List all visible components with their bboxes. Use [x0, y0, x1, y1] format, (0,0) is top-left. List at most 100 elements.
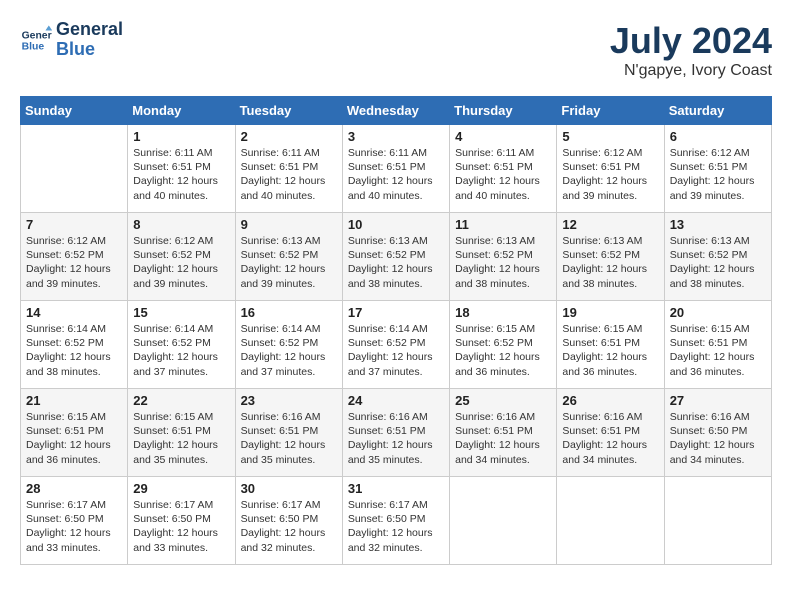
day-info: Sunrise: 6:15 AM Sunset: 6:51 PM Dayligh…: [133, 410, 229, 467]
day-number: 12: [562, 217, 658, 232]
day-number: 7: [26, 217, 122, 232]
day-info: Sunrise: 6:16 AM Sunset: 6:50 PM Dayligh…: [670, 410, 766, 467]
calendar-cell: 22 Sunrise: 6:15 AM Sunset: 6:51 PM Dayli…: [128, 389, 235, 477]
calendar-cell: 14 Sunrise: 6:14 AM Sunset: 6:52 PM Dayli…: [21, 301, 128, 389]
calendar-cell: [557, 477, 664, 565]
calendar-cell: 5 Sunrise: 6:12 AM Sunset: 6:51 PM Daylig…: [557, 125, 664, 213]
day-info: Sunrise: 6:11 AM Sunset: 6:51 PM Dayligh…: [133, 146, 229, 203]
day-info: Sunrise: 6:12 AM Sunset: 6:52 PM Dayligh…: [133, 234, 229, 291]
calendar-cell: [664, 477, 771, 565]
day-info: Sunrise: 6:17 AM Sunset: 6:50 PM Dayligh…: [348, 498, 444, 555]
day-number: 29: [133, 481, 229, 496]
page-header: General Blue General Blue July 2024 N'ga…: [20, 20, 772, 80]
day-info: Sunrise: 6:13 AM Sunset: 6:52 PM Dayligh…: [562, 234, 658, 291]
day-info: Sunrise: 6:13 AM Sunset: 6:52 PM Dayligh…: [670, 234, 766, 291]
day-info: Sunrise: 6:14 AM Sunset: 6:52 PM Dayligh…: [241, 322, 337, 379]
calendar-cell: 9 Sunrise: 6:13 AM Sunset: 6:52 PM Daylig…: [235, 213, 342, 301]
weekday-header: Friday: [557, 97, 664, 125]
day-number: 14: [26, 305, 122, 320]
calendar-cell: 7 Sunrise: 6:12 AM Sunset: 6:52 PM Daylig…: [21, 213, 128, 301]
month-title: July 2024: [610, 20, 772, 62]
day-number: 10: [348, 217, 444, 232]
day-number: 30: [241, 481, 337, 496]
day-number: 1: [133, 129, 229, 144]
calendar-cell: [21, 125, 128, 213]
calendar-table: SundayMondayTuesdayWednesdayThursdayFrid…: [20, 96, 772, 565]
day-info: Sunrise: 6:13 AM Sunset: 6:52 PM Dayligh…: [348, 234, 444, 291]
day-info: Sunrise: 6:14 AM Sunset: 6:52 PM Dayligh…: [348, 322, 444, 379]
calendar-cell: 19 Sunrise: 6:15 AM Sunset: 6:51 PM Dayli…: [557, 301, 664, 389]
calendar-cell: 3 Sunrise: 6:11 AM Sunset: 6:51 PM Daylig…: [342, 125, 449, 213]
day-info: Sunrise: 6:16 AM Sunset: 6:51 PM Dayligh…: [455, 410, 551, 467]
day-info: Sunrise: 6:14 AM Sunset: 6:52 PM Dayligh…: [133, 322, 229, 379]
calendar-cell: 10 Sunrise: 6:13 AM Sunset: 6:52 PM Dayli…: [342, 213, 449, 301]
day-info: Sunrise: 6:12 AM Sunset: 6:52 PM Dayligh…: [26, 234, 122, 291]
day-number: 16: [241, 305, 337, 320]
weekday-header: Tuesday: [235, 97, 342, 125]
day-number: 24: [348, 393, 444, 408]
svg-text:Blue: Blue: [22, 41, 45, 52]
logo-text: General Blue: [56, 20, 123, 60]
day-number: 26: [562, 393, 658, 408]
title-block: July 2024 N'gapye, Ivory Coast: [610, 20, 772, 80]
calendar-cell: 26 Sunrise: 6:16 AM Sunset: 6:51 PM Dayli…: [557, 389, 664, 477]
day-info: Sunrise: 6:16 AM Sunset: 6:51 PM Dayligh…: [241, 410, 337, 467]
day-info: Sunrise: 6:12 AM Sunset: 6:51 PM Dayligh…: [562, 146, 658, 203]
calendar-cell: 20 Sunrise: 6:15 AM Sunset: 6:51 PM Dayli…: [664, 301, 771, 389]
day-number: 20: [670, 305, 766, 320]
day-info: Sunrise: 6:17 AM Sunset: 6:50 PM Dayligh…: [133, 498, 229, 555]
weekday-header: Thursday: [450, 97, 557, 125]
day-info: Sunrise: 6:11 AM Sunset: 6:51 PM Dayligh…: [348, 146, 444, 203]
calendar-cell: 2 Sunrise: 6:11 AM Sunset: 6:51 PM Daylig…: [235, 125, 342, 213]
logo-icon: General Blue: [20, 24, 52, 56]
calendar-cell: 25Sunrise: 6:16 AM Sunset: 6:51 PM Dayli…: [450, 389, 557, 477]
day-number: 8: [133, 217, 229, 232]
day-number: 5: [562, 129, 658, 144]
day-number: 3: [348, 129, 444, 144]
day-info: Sunrise: 6:15 AM Sunset: 6:51 PM Dayligh…: [670, 322, 766, 379]
day-info: Sunrise: 6:15 AM Sunset: 6:51 PM Dayligh…: [562, 322, 658, 379]
weekday-header: Sunday: [21, 97, 128, 125]
calendar-cell: 24 Sunrise: 6:16 AM Sunset: 6:51 PM Dayli…: [342, 389, 449, 477]
day-info: Sunrise: 6:16 AM Sunset: 6:51 PM Dayligh…: [562, 410, 658, 467]
calendar-cell: 23 Sunrise: 6:16 AM Sunset: 6:51 PM Dayli…: [235, 389, 342, 477]
weekday-header: Saturday: [664, 97, 771, 125]
day-number: 11: [455, 217, 551, 232]
day-number: 17: [348, 305, 444, 320]
day-number: 23: [241, 393, 337, 408]
logo: General Blue General Blue: [20, 20, 123, 60]
calendar-cell: 12 Sunrise: 6:13 AM Sunset: 6:52 PM Dayli…: [557, 213, 664, 301]
calendar-cell: 29 Sunrise: 6:17 AM Sunset: 6:50 PM Dayli…: [128, 477, 235, 565]
day-info: Sunrise: 6:14 AM Sunset: 6:52 PM Dayligh…: [26, 322, 122, 379]
day-number: 19: [562, 305, 658, 320]
day-info: Sunrise: 6:11 AM Sunset: 6:51 PM Dayligh…: [241, 146, 337, 203]
day-number: 6: [670, 129, 766, 144]
weekday-header: Monday: [128, 97, 235, 125]
calendar-cell: 6 Sunrise: 6:12 AM Sunset: 6:51 PM Daylig…: [664, 125, 771, 213]
day-info: Sunrise: 6:12 AM Sunset: 6:51 PM Dayligh…: [670, 146, 766, 203]
day-number: 4: [455, 129, 551, 144]
calendar-cell: 8 Sunrise: 6:12 AM Sunset: 6:52 PM Daylig…: [128, 213, 235, 301]
calendar-cell: 11Sunrise: 6:13 AM Sunset: 6:52 PM Dayli…: [450, 213, 557, 301]
calendar-cell: 1 Sunrise: 6:11 AM Sunset: 6:51 PM Daylig…: [128, 125, 235, 213]
day-info: Sunrise: 6:15 AM Sunset: 6:51 PM Dayligh…: [26, 410, 122, 467]
day-number: 13: [670, 217, 766, 232]
day-info: Sunrise: 6:13 AM Sunset: 6:52 PM Dayligh…: [241, 234, 337, 291]
day-number: 15: [133, 305, 229, 320]
location-title: N'gapye, Ivory Coast: [610, 62, 772, 80]
calendar-cell: 15 Sunrise: 6:14 AM Sunset: 6:52 PM Dayli…: [128, 301, 235, 389]
day-number: 2: [241, 129, 337, 144]
calendar-cell: 18Sunrise: 6:15 AM Sunset: 6:52 PM Dayli…: [450, 301, 557, 389]
day-info: Sunrise: 6:17 AM Sunset: 6:50 PM Dayligh…: [26, 498, 122, 555]
weekday-header: Wednesday: [342, 97, 449, 125]
day-number: 22: [133, 393, 229, 408]
calendar-header: SundayMondayTuesdayWednesdayThursdayFrid…: [21, 97, 772, 125]
svg-text:General: General: [22, 30, 52, 41]
calendar-cell: 27Sunrise: 6:16 AM Sunset: 6:50 PM Dayli…: [664, 389, 771, 477]
calendar-cell: 13 Sunrise: 6:13 AM Sunset: 6:52 PM Dayli…: [664, 213, 771, 301]
day-info: Sunrise: 6:15 AM Sunset: 6:52 PM Dayligh…: [455, 322, 551, 379]
day-number: 9: [241, 217, 337, 232]
day-info: Sunrise: 6:16 AM Sunset: 6:51 PM Dayligh…: [348, 410, 444, 467]
calendar-cell: 30Sunrise: 6:17 AM Sunset: 6:50 PM Dayli…: [235, 477, 342, 565]
day-number: 28: [26, 481, 122, 496]
